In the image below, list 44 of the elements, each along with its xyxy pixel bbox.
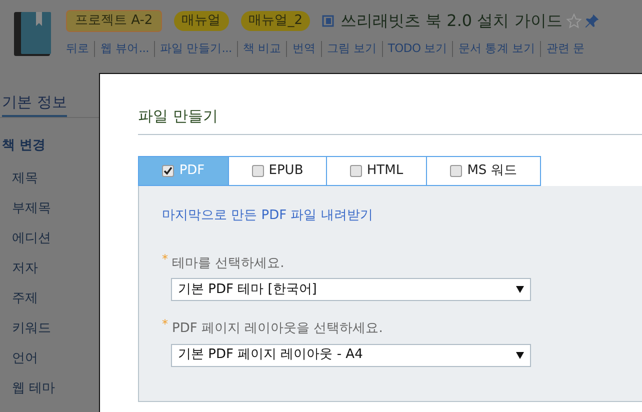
checkbox[interactable]	[450, 165, 462, 177]
select-field[interactable]: 기본 PDF 페이지 레이아웃 - A4	[171, 344, 531, 366]
checkbox[interactable]	[162, 165, 174, 177]
checkmark-icon	[163, 166, 174, 176]
sidebar-heading[interactable]: 기본 정보	[2, 91, 67, 116]
format-tab[interactable]: HTML	[326, 156, 427, 186]
document-title: 쓰리래빗츠 북 2.0 설치 가이드	[340, 10, 562, 32]
format-tab[interactable]: PDF	[138, 156, 229, 186]
field-label: 테마를 선택하세요.	[172, 254, 284, 272]
sidebar-item[interactable]: 제목	[12, 169, 100, 188]
dropdown-arrow-icon	[516, 286, 524, 293]
download-link[interactable]: 마지막으로 만든 PDF 파일 내려받기	[162, 206, 642, 226]
field-label: PDF 페이지 레이아웃을 선택하세요.	[172, 320, 383, 338]
tag[interactable]: 매뉴얼_2	[240, 11, 310, 31]
select-field[interactable]: 기본 PDF 테마 [한국어]	[171, 278, 531, 301]
nav-link[interactable]: 번역	[292, 40, 316, 58]
sidebar-section[interactable]: 책 변경	[2, 136, 100, 155]
format-tab[interactable]: EPUB	[228, 156, 327, 186]
nav-link[interactable]: TODO 보기	[388, 40, 448, 58]
nav-link[interactable]: 책 비교	[242, 40, 282, 58]
sidebar-item[interactable]: 부제목	[12, 199, 100, 218]
sidebar-item[interactable]: 키워드	[12, 319, 100, 338]
checkbox[interactable]	[350, 165, 362, 177]
pin-icon[interactable]	[584, 13, 600, 29]
required-mark: *	[162, 254, 168, 264]
nav-link[interactable]: 관련 문	[546, 40, 585, 58]
dropdown-arrow-icon	[516, 352, 524, 358]
tag[interactable]: 매뉴얼	[174, 11, 229, 31]
nav-link[interactable]: 그림 보기	[326, 40, 377, 58]
nav-link[interactable]: 문서 통계 보기	[458, 40, 536, 58]
required-mark: *	[162, 319, 168, 329]
checkbox[interactable]	[252, 165, 264, 177]
nav-link[interactable]: 웹 뷰어...	[100, 40, 149, 58]
tag[interactable]: 프로젝트 A-2	[66, 10, 162, 32]
nav-link[interactable]: 뒤로	[66, 40, 90, 58]
dialog-title: 파일 만들기	[138, 107, 218, 125]
format-tab[interactable]: MS 워드	[426, 156, 541, 186]
sidebar-item[interactable]: 에디션	[12, 229, 100, 248]
star-icon[interactable]	[566, 13, 582, 29]
sidebar-item[interactable]: 주제	[12, 289, 100, 308]
sidebar-item[interactable]: 저자	[12, 259, 100, 278]
nav-link[interactable]: 파일 만들기...	[160, 40, 232, 58]
sidebar-item[interactable]: 언어	[12, 349, 100, 368]
sidebar-item[interactable]: 웹 테마	[12, 379, 100, 398]
